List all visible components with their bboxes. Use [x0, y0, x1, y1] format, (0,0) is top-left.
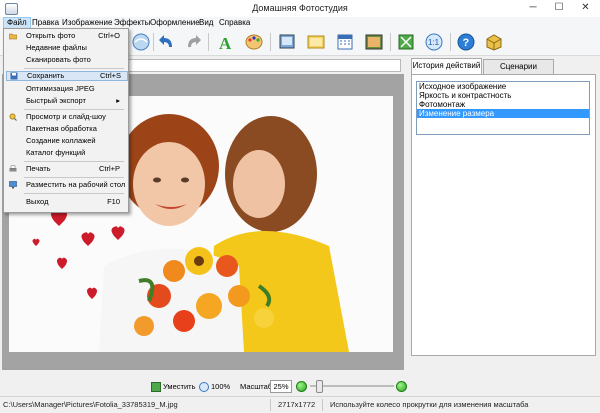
rotate-icon[interactable]	[131, 32, 151, 52]
palette-icon[interactable]	[244, 32, 264, 52]
menu-item-save[interactable]: Сохранить Ctrl+S	[6, 71, 128, 81]
status-bar: C:\Users\Manager\Pictures\Fotolia_337853…	[0, 396, 600, 413]
fit-button[interactable]: Уместить	[163, 382, 195, 391]
actual-size-small-icon[interactable]	[199, 382, 209, 392]
menu-item-collage[interactable]: Создание коллажей	[6, 136, 126, 146]
side-panel: История действий Сценарии Исходное изобр…	[407, 56, 597, 372]
history-item-selected[interactable]: Изменение размера	[417, 109, 589, 118]
actual-size-icon[interactable]: 1:1	[424, 32, 444, 52]
zoom-slider-thumb[interactable]	[316, 380, 323, 393]
printer-icon	[9, 165, 17, 172]
fit-screen-icon[interactable]	[396, 32, 416, 52]
file-menu-dropdown: Открыть фото Ctrl+O Недавние файлы Сканир…	[3, 28, 129, 213]
magnifier-icon	[9, 113, 17, 121]
svg-text:?: ?	[463, 37, 470, 49]
zoom-in-button[interactable]	[396, 381, 407, 392]
collage-icon[interactable]	[364, 32, 384, 52]
history-list[interactable]: Исходное изображение Яркость и контрастн…	[416, 81, 590, 135]
calendar-icon[interactable]	[335, 32, 355, 52]
svg-text:1:1: 1:1	[428, 38, 440, 47]
menu-design[interactable]: Оформление	[147, 17, 203, 29]
save-icon	[10, 72, 18, 80]
submenu-arrow-icon: ▸	[116, 96, 120, 105]
status-path: C:\Users\Manager\Pictures\Fotolia_337853…	[3, 400, 178, 409]
postcard-icon[interactable]	[306, 32, 326, 52]
path-field[interactable]	[128, 59, 401, 72]
menu-item-slideshow[interactable]: Просмотр и слайд-шоу	[6, 112, 126, 122]
zoom-bar: Уместить 100% Масштаб: 25%	[0, 378, 600, 395]
redo-icon[interactable]	[183, 32, 203, 52]
history-item[interactable]: Исходное изображение	[417, 82, 589, 91]
window-title: Домашняя Фотостудия	[252, 3, 348, 13]
status-dimensions: 2717x1772	[278, 400, 316, 409]
help-icon[interactable]: ?	[456, 32, 476, 52]
scale-input[interactable]: 25%	[270, 380, 292, 393]
monitor-icon	[9, 181, 17, 189]
actual-size-button[interactable]: 100%	[211, 382, 230, 391]
menu-item-jpeg[interactable]: Оптимизация JPEG	[6, 84, 126, 94]
menu-item-catalog[interactable]: Каталог функций	[6, 148, 126, 158]
menu-item-batch[interactable]: Пакетная обработка	[6, 124, 126, 134]
history-item[interactable]: Фотомонтаж	[417, 100, 589, 109]
history-item[interactable]: Яркость и контрастность	[417, 91, 589, 100]
history-panel: Исходное изображение Яркость и контрастн…	[411, 74, 596, 356]
undo-icon[interactable]	[157, 32, 177, 52]
tab-scripts[interactable]: Сценарии	[483, 59, 554, 75]
menu-help[interactable]: Справка	[216, 17, 253, 29]
status-hint: Используйте колесо прокрутки для изменен…	[330, 400, 529, 409]
text-icon[interactable]: A	[216, 32, 236, 52]
menu-item-scan[interactable]: Сканировать фото	[6, 55, 126, 65]
tab-history[interactable]: История действий	[411, 58, 482, 75]
box-icon[interactable]	[484, 32, 504, 52]
menu-item-print[interactable]: Печать Ctrl+P	[6, 164, 126, 174]
minimize-button[interactable]: ─	[520, 0, 546, 16]
zoom-out-button[interactable]	[296, 381, 307, 392]
fit-icon[interactable]	[151, 382, 161, 392]
menu-item-desktop[interactable]: Разместить на рабочий стол	[6, 180, 126, 190]
menu-item-export[interactable]: Быстрый экспорт ▸	[6, 96, 126, 106]
menu-item-open[interactable]: Открыть фото Ctrl+O	[6, 31, 126, 41]
menu-view[interactable]: Вид	[196, 17, 216, 29]
menu-item-recent[interactable]: Недавние файлы	[6, 43, 126, 53]
close-button[interactable]: ✕	[572, 0, 599, 16]
menu-item-exit[interactable]: Выход F10	[6, 197, 126, 207]
svg-text:A: A	[219, 34, 232, 52]
title-bar: Домашняя Фотостудия ─ ☐ ✕	[0, 0, 600, 18]
frame-icon[interactable]	[277, 32, 297, 52]
maximize-button[interactable]: ☐	[546, 0, 572, 16]
folder-icon	[9, 33, 17, 40]
